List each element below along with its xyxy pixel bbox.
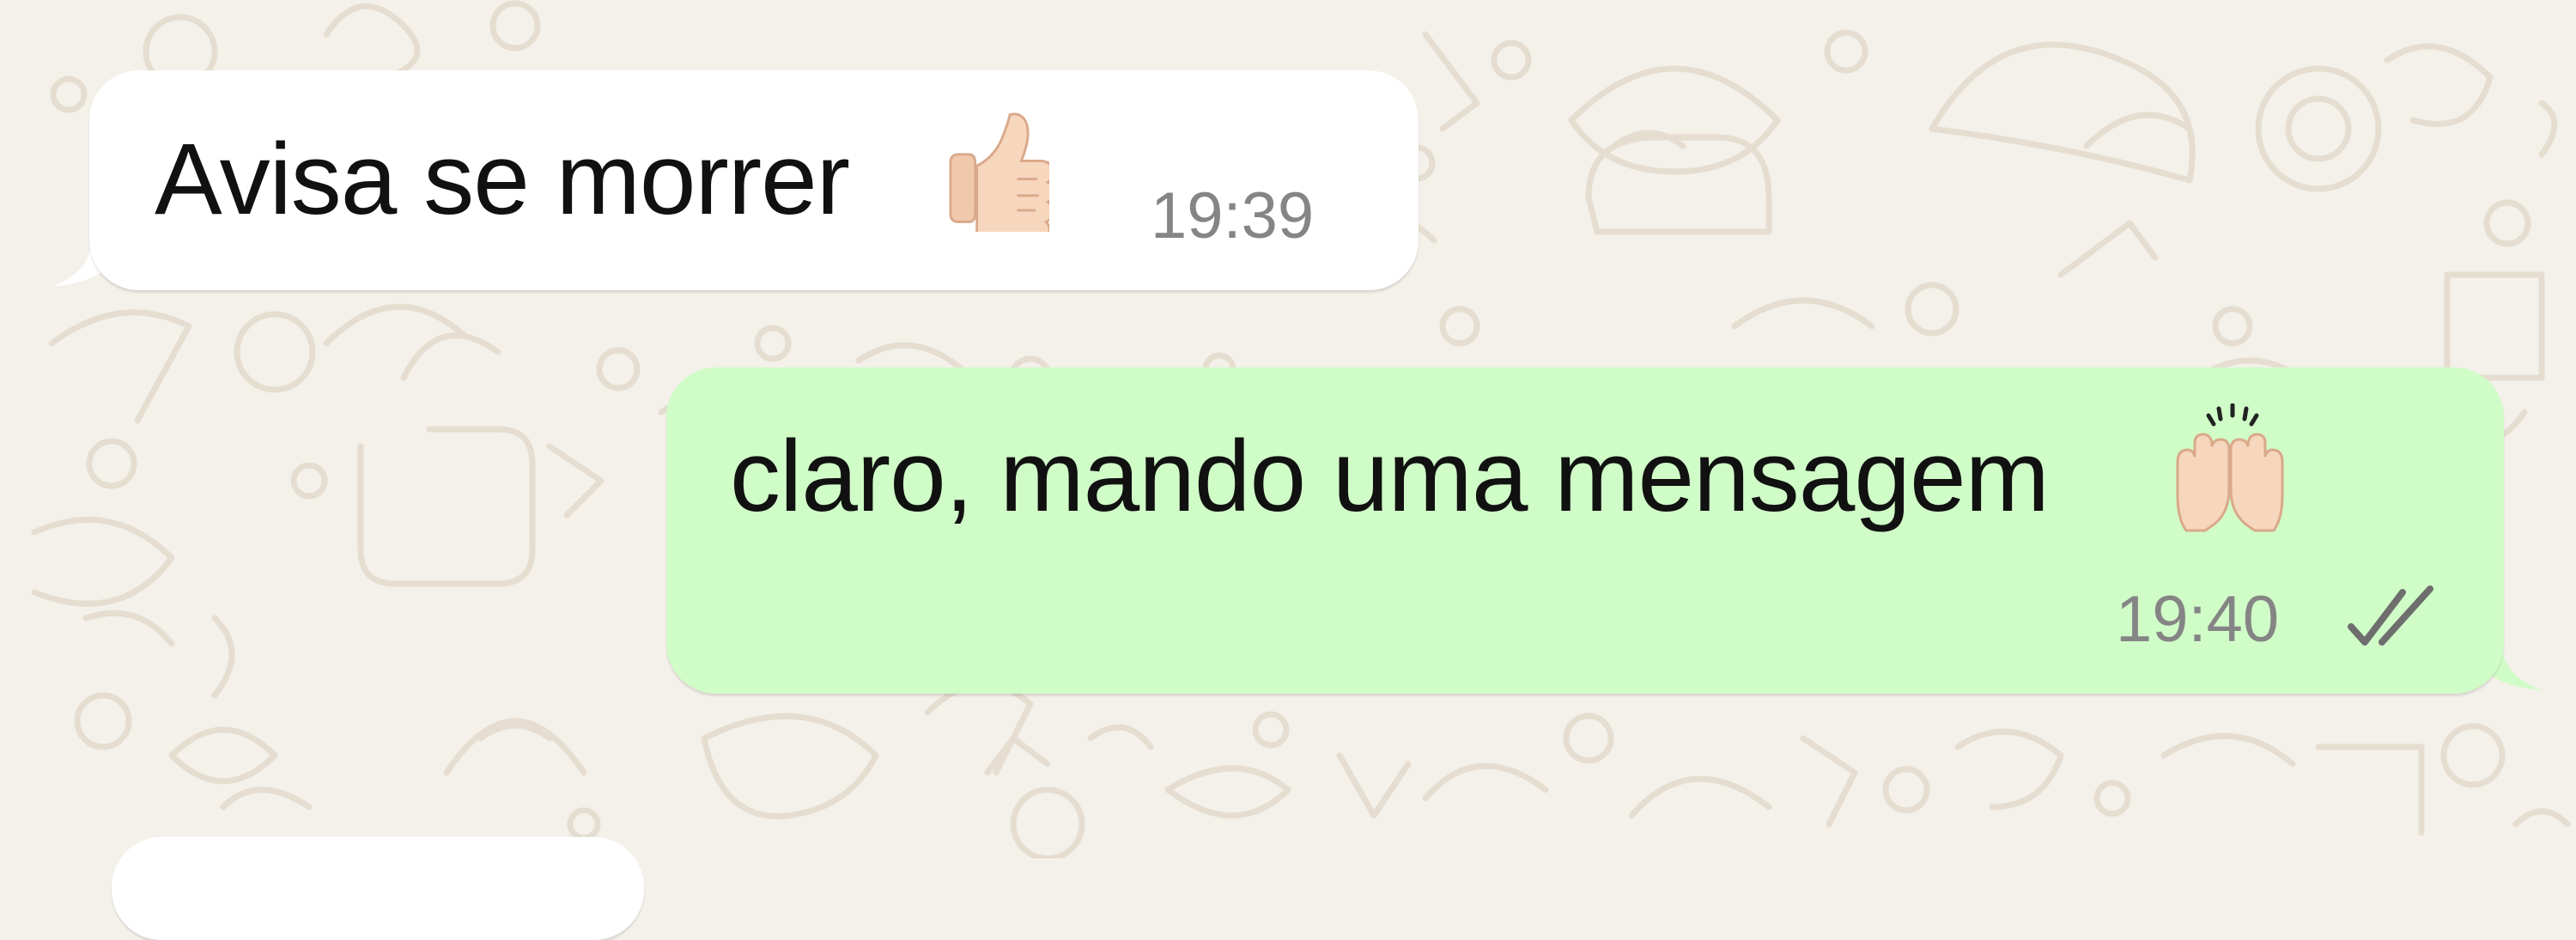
outgoing-bubble[interactable]: claro, mando uma mensagem 19:40	[666, 367, 2504, 694]
thumbs-up-icon	[949, 112, 1049, 232]
raising-hands-icon	[2176, 403, 2284, 532]
outgoing-timestamp: 19:40	[2116, 583, 2280, 656]
double-check-icon	[2348, 585, 2433, 646]
incoming-message-text: Avisa se morrer	[155, 123, 850, 236]
incoming-timestamp: 19:39	[1151, 179, 1315, 252]
next-incoming-bubble[interactable]	[112, 837, 644, 940]
outgoing-message-text: claro, mando uma mensagem	[730, 420, 2050, 533]
incoming-bubble[interactable]: Avisa se morrer 19:39	[89, 70, 1419, 290]
